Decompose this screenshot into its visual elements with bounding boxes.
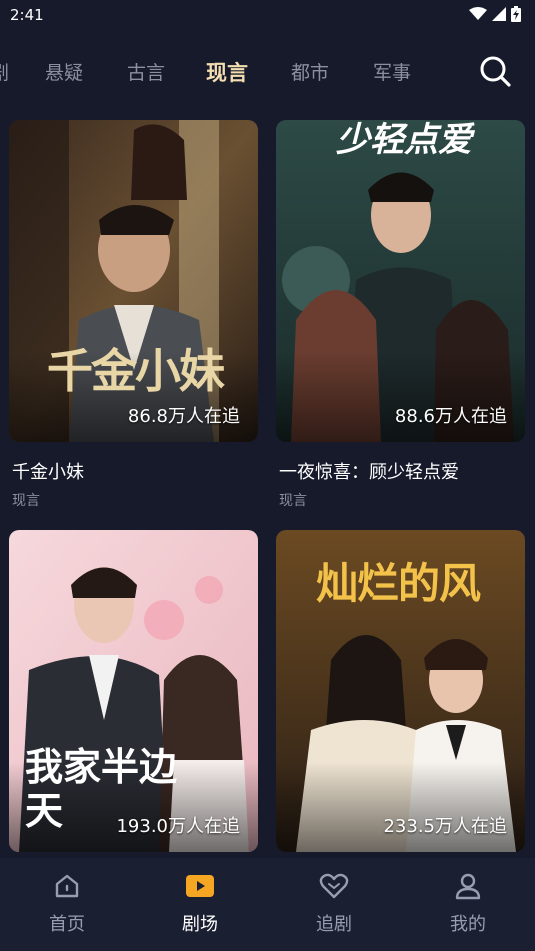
drama-poster[interactable]: 灿烂的风 233.5万人在追 bbox=[276, 530, 525, 852]
drama-card[interactable]: 千金小妹 86.8万人在追 千金小妹 现言 bbox=[9, 120, 258, 510]
drama-card[interactable]: 少轻点爱 88.6万人在追 一夜惊喜：顾少轻点爱 现言 bbox=[276, 120, 525, 510]
drama-card[interactable]: 我家半边天 193.0万人在追 bbox=[9, 530, 258, 852]
followers-count: 233.5万人在追 bbox=[383, 816, 507, 837]
nav-follow[interactable]: 追剧 bbox=[294, 872, 374, 936]
poster-title-art: 千金小妹 bbox=[47, 344, 225, 398]
drama-poster[interactable]: 千金小妹 86.8万人在追 bbox=[9, 120, 258, 442]
nav-profile[interactable]: 我的 bbox=[428, 872, 508, 936]
tab-military[interactable]: 军事 bbox=[373, 58, 411, 85]
tab-ancient-romance[interactable]: 古言 bbox=[127, 58, 165, 85]
battery-icon bbox=[511, 6, 521, 22]
followers-count: 193.0万人在追 bbox=[116, 816, 240, 837]
heart-icon bbox=[319, 873, 349, 899]
theater-icon bbox=[186, 875, 214, 897]
tab-suspense[interactable]: 悬疑 bbox=[45, 58, 83, 85]
drama-genre: 现言 bbox=[12, 493, 40, 509]
drama-title: 千金小妹 bbox=[12, 462, 84, 483]
status-time: 2:41 bbox=[10, 6, 44, 24]
bottom-nav: 首页 剧场 追剧 我的 bbox=[0, 858, 535, 951]
nav-theater[interactable]: 剧场 bbox=[160, 872, 240, 936]
nav-home[interactable]: 首页 bbox=[27, 872, 107, 936]
status-bar: 2:41 bbox=[0, 0, 535, 30]
poster-shade bbox=[276, 762, 525, 852]
tab-partial[interactable]: 剧 bbox=[0, 58, 9, 85]
status-icons bbox=[469, 6, 521, 22]
drama-genre: 现言 bbox=[279, 493, 307, 509]
followers-count: 86.8万人在追 bbox=[127, 406, 240, 427]
followers-count: 88.6万人在追 bbox=[394, 406, 507, 427]
tab-urban[interactable]: 都市 bbox=[291, 58, 329, 85]
search-icon bbox=[480, 56, 511, 87]
nav-label: 我的 bbox=[450, 914, 486, 935]
user-icon bbox=[455, 873, 481, 900]
wifi-icon bbox=[469, 7, 487, 20]
poster-title-art: 少轻点爱 bbox=[336, 120, 472, 160]
drama-poster[interactable]: 少轻点爱 88.6万人在追 bbox=[276, 120, 525, 442]
drama-title: 一夜惊喜：顾少轻点爱 bbox=[279, 462, 459, 483]
tab-modern-romance[interactable]: 现言 bbox=[206, 57, 248, 87]
nav-label: 首页 bbox=[49, 914, 85, 935]
search-button[interactable] bbox=[478, 54, 516, 92]
signal-icon bbox=[492, 7, 506, 21]
nav-label: 剧场 bbox=[182, 914, 218, 935]
home-icon bbox=[55, 874, 79, 898]
poster-shade bbox=[276, 352, 525, 442]
nav-label: 追剧 bbox=[316, 914, 352, 935]
poster-title-art: 灿烂的风 bbox=[316, 559, 481, 608]
drama-card[interactable]: 灿烂的风 233.5万人在追 bbox=[276, 530, 525, 852]
category-tabs: 剧 悬疑 古言 现言 都市 军事 bbox=[0, 48, 535, 96]
drama-poster[interactable]: 我家半边天 193.0万人在追 bbox=[9, 530, 258, 852]
